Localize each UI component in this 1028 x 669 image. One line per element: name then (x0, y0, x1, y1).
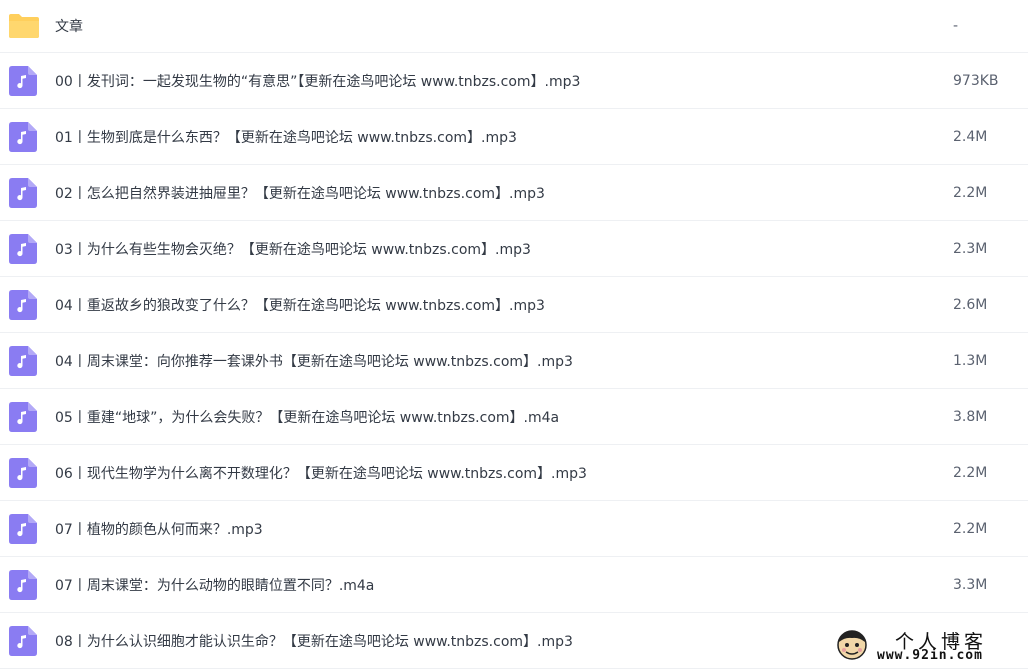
cartoon-face-icon (835, 628, 869, 662)
file-size: 2.3M (953, 240, 988, 257)
music-file-icon (9, 121, 37, 152)
music-file-icon (9, 177, 37, 208)
music-file-icon (9, 457, 37, 488)
file-size: 3.3M (953, 576, 988, 593)
file-name: 06丨现代生物学为什么离不开数理化？【更新在途鸟吧论坛 www.tnbzs.co… (55, 465, 587, 482)
file-size: 3.8M (953, 408, 988, 425)
file-size: 2.6M (953, 296, 988, 313)
list-item[interactable]: 03丨为什么有些生物会灭绝？【更新在途鸟吧论坛 www.tnbzs.com】.m… (0, 221, 1028, 277)
file-size: 1.3M (953, 352, 988, 369)
list-item[interactable]: 07丨植物的颜色从何而来？.mp3 2.2M (0, 501, 1028, 557)
file-name: 00丨发刊词：一起发现生物的“有意思”【更新在途鸟吧论坛 www.tnbzs.c… (55, 73, 581, 90)
music-file-icon (9, 625, 37, 656)
music-file-icon (9, 289, 37, 320)
folder-icon (8, 13, 40, 39)
music-file-icon (9, 233, 37, 264)
file-name: 05丨重建“地球”，为什么会失败？【更新在途鸟吧论坛 www.tnbzs.com… (55, 409, 560, 426)
list-item[interactable]: 06丨现代生物学为什么离不开数理化？【更新在途鸟吧论坛 www.tnbzs.co… (0, 445, 1028, 501)
file-size: 2.2M (953, 520, 988, 537)
file-size: 2.2M (953, 464, 988, 481)
list-item[interactable]: 00丨发刊词：一起发现生物的“有意思”【更新在途鸟吧论坛 www.tnbzs.c… (0, 53, 1028, 109)
file-name: 04丨重返故乡的狼改变了什么？【更新在途鸟吧论坛 www.tnbzs.com】.… (55, 297, 545, 314)
file-size: 973KB (953, 72, 999, 89)
music-file-icon (9, 65, 37, 96)
list-item[interactable]: 01丨生物到底是什么东西？【更新在途鸟吧论坛 www.tnbzs.com】.mp… (0, 109, 1028, 165)
file-name: 04丨周末课堂：向你推荐一套课外书【更新在途鸟吧论坛 www.tnbzs.com… (55, 353, 573, 370)
file-name: 02丨怎么把自然界装进抽屉里？【更新在途鸟吧论坛 www.tnbzs.com】.… (55, 185, 545, 202)
watermark: 个人博客 www.92in.com (831, 626, 1028, 668)
list-item[interactable]: 04丨周末课堂：向你推荐一套课外书【更新在途鸟吧论坛 www.tnbzs.com… (0, 333, 1028, 389)
file-size: 2.2M (953, 184, 988, 201)
list-item[interactable]: 04丨重返故乡的狼改变了什么？【更新在途鸟吧论坛 www.tnbzs.com】.… (0, 277, 1028, 333)
watermark-url: www.92in.com (877, 648, 983, 663)
file-list: 文章 - 00丨发刊词：一起发现生物的“有意思”【更新在途鸟吧论坛 www.tn… (0, 0, 1028, 669)
list-item[interactable]: 02丨怎么把自然界装进抽屉里？【更新在途鸟吧论坛 www.tnbzs.com】.… (0, 165, 1028, 221)
file-name: 07丨周末课堂：为什么动物的眼睛位置不同？.m4a (55, 577, 375, 594)
music-file-icon (9, 569, 37, 600)
list-item-folder[interactable]: 文章 - (0, 0, 1028, 53)
music-file-icon (9, 513, 37, 544)
list-item[interactable]: 05丨重建“地球”，为什么会失败？【更新在途鸟吧论坛 www.tnbzs.com… (0, 389, 1028, 445)
file-name: 07丨植物的颜色从何而来？.mp3 (55, 521, 263, 538)
file-name: 08丨为什么认识细胞才能认识生命？【更新在途鸟吧论坛 www.tnbzs.com… (55, 633, 573, 650)
file-size: 2.4M (953, 128, 988, 145)
music-file-icon (9, 401, 37, 432)
file-name: 01丨生物到底是什么东西？【更新在途鸟吧论坛 www.tnbzs.com】.mp… (55, 129, 517, 146)
file-size: - (953, 18, 959, 34)
list-item[interactable]: 07丨周末课堂：为什么动物的眼睛位置不同？.m4a 3.3M (0, 557, 1028, 613)
music-file-icon (9, 345, 37, 376)
file-name: 03丨为什么有些生物会灭绝？【更新在途鸟吧论坛 www.tnbzs.com】.m… (55, 241, 531, 258)
file-name: 文章 (55, 19, 83, 35)
